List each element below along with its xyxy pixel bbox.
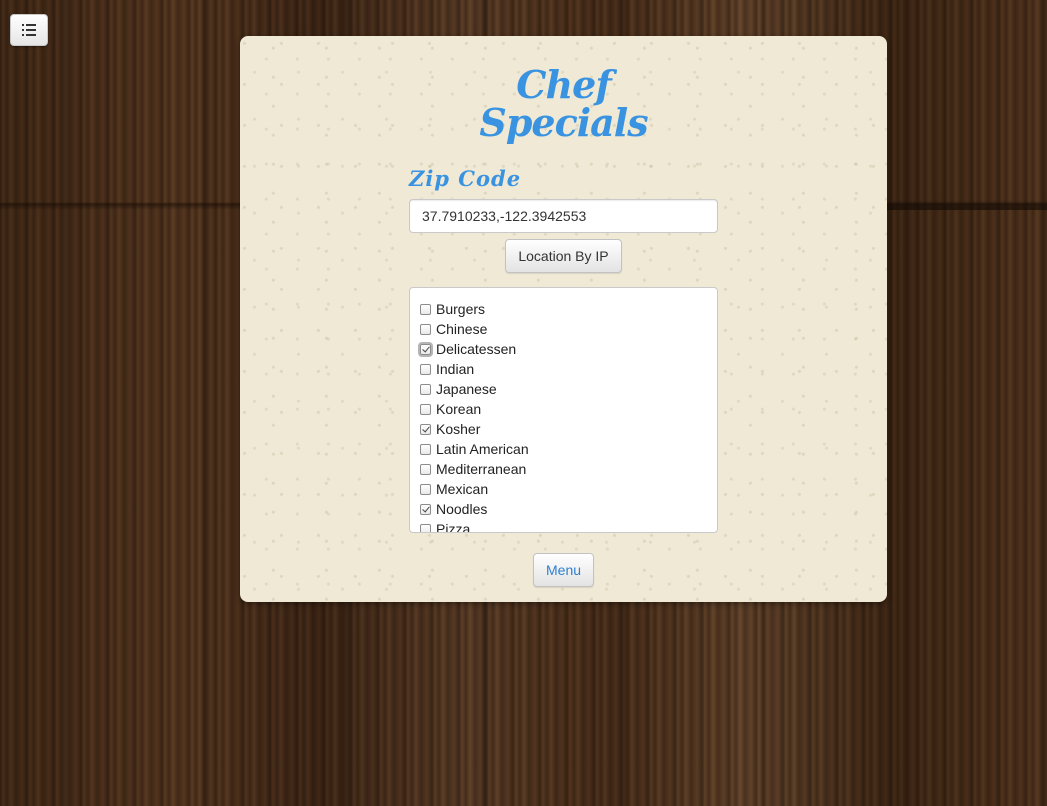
cuisine-checkbox[interactable] — [420, 523, 431, 532]
cuisine-label: Mexican — [436, 481, 489, 497]
cuisine-item[interactable]: Burgers — [410, 299, 717, 319]
cuisine-label: Noodles — [436, 501, 488, 517]
cuisine-item[interactable]: Pizza — [410, 519, 717, 533]
cuisine-checkbox[interactable] — [420, 343, 431, 355]
page-title: Chef Specials — [240, 66, 887, 142]
cuisine-item[interactable]: Mexican — [410, 479, 717, 499]
cuisine-label: Indian — [436, 361, 475, 377]
title-line-1: Chef — [516, 62, 611, 107]
cuisine-label: Burgers — [436, 301, 486, 317]
cuisine-list[interactable]: Burgers Chinese Delicatessen Indian Japanese… — [409, 287, 718, 533]
cuisine-label: Pizza — [436, 521, 471, 533]
menu-toggle-button[interactable] — [10, 14, 48, 46]
cuisine-item[interactable]: Kosher — [410, 419, 717, 439]
list-icon — [22, 24, 36, 36]
cuisine-item[interactable]: Noodles — [410, 499, 717, 519]
cuisine-label: Kosher — [436, 421, 481, 437]
zip-code-label: Zip Code — [409, 166, 522, 191]
cuisine-checkbox[interactable] — [420, 483, 431, 495]
cuisine-checkbox[interactable] — [420, 443, 431, 455]
cuisine-item[interactable]: Mediterranean — [410, 459, 717, 479]
cuisine-item[interactable]: Japanese — [410, 379, 717, 399]
cuisine-item[interactable]: Indian — [410, 359, 717, 379]
cuisine-checkbox[interactable] — [420, 503, 431, 515]
cuisine-label: Mediterranean — [436, 461, 527, 477]
zip-code-input[interactable] — [409, 199, 718, 233]
cuisine-checkbox[interactable] — [420, 403, 431, 415]
cuisine-label: Chinese — [436, 321, 488, 337]
cuisine-item[interactable]: Korean — [410, 399, 717, 419]
location-by-ip-button[interactable]: Location By IP — [505, 239, 622, 273]
cuisine-checkbox[interactable] — [420, 363, 431, 375]
title-line-2: Specials — [479, 100, 648, 145]
cuisine-checkbox[interactable] — [420, 423, 431, 435]
cuisine-label: Delicatessen — [436, 341, 517, 357]
cuisine-label: Latin American — [436, 441, 529, 457]
menu-button[interactable]: Menu — [533, 553, 594, 587]
cuisine-checkbox[interactable] — [420, 303, 431, 315]
cuisine-item[interactable]: Latin American — [410, 439, 717, 459]
main-card: Chef Specials Zip Code Location By IP Bu… — [240, 36, 887, 602]
cuisine-item[interactable]: Delicatessen — [410, 339, 717, 359]
cuisine-checkbox[interactable] — [420, 323, 431, 335]
cuisine-item[interactable]: Chinese — [410, 319, 717, 339]
cuisine-checkbox[interactable] — [420, 463, 431, 475]
wood-background-seam — [887, 0, 1047, 210]
cuisine-label: Korean — [436, 401, 482, 417]
cuisine-label: Japanese — [436, 381, 497, 397]
cuisine-checkbox[interactable] — [420, 383, 431, 395]
